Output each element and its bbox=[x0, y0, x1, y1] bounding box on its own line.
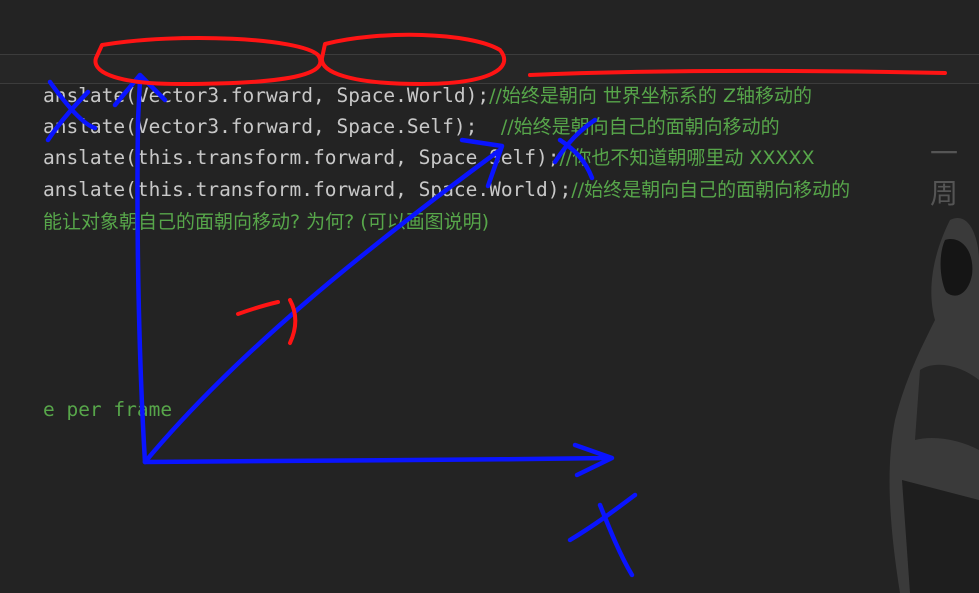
code-comment: //始终是朝向自己的面朝向移动的 bbox=[571, 179, 851, 201]
x-axis-line bbox=[142, 455, 613, 465]
code-line-5[interactable]: 能让对象朝自己的面朝向移动? 为何? (可以画图说明) bbox=[0, 180, 489, 264]
person-silhouette-image bbox=[889, 218, 979, 593]
x-axis-arrowhead bbox=[572, 442, 615, 478]
code-comment: e per frame bbox=[42, 398, 173, 421]
x-mark-bottom bbox=[567, 492, 638, 578]
code-line-6[interactable]: e per frame bbox=[0, 368, 172, 452]
tick-mark-2 bbox=[288, 298, 298, 345]
tick-mark-1 bbox=[236, 300, 280, 316]
code-comment: 能让对象朝自己的面朝向移动? 为何? (可以画图说明) bbox=[42, 211, 490, 233]
code-editor[interactable]: anslate(Vector3.forward, Space.World);//… bbox=[0, 0, 979, 593]
